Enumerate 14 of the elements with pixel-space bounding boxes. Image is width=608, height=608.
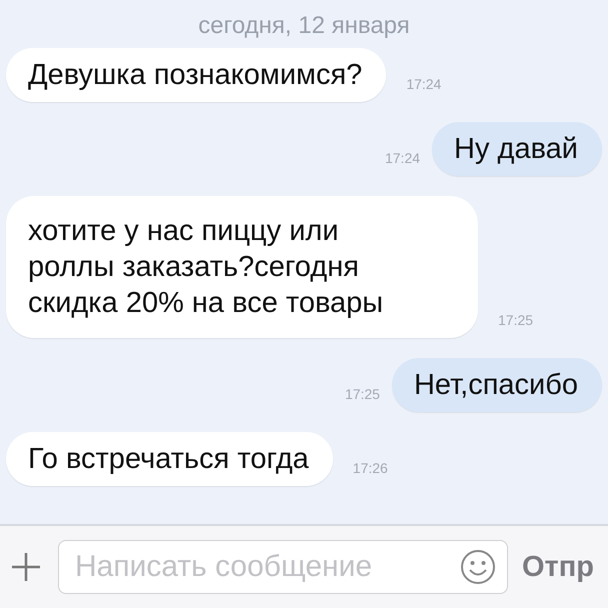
message-time: 17:25 xyxy=(498,312,534,330)
message-bubble: Девушка познакомимся? xyxy=(6,48,386,102)
message-time: 17:24 xyxy=(406,76,442,94)
message-input-field[interactable]: Написать сообщение xyxy=(58,540,508,594)
message-bubble: Нет,спасибо xyxy=(392,358,602,412)
message-bubble: хотите у нас пиццу или роллы заказать?сегодня скидка 20% на все товары xyxy=(6,196,478,338)
smiley-icon[interactable] xyxy=(460,549,496,585)
message-time: 17:26 xyxy=(352,460,388,478)
message-time: 17:25 xyxy=(344,386,380,404)
message-time: 17:24 xyxy=(384,150,420,168)
date-separator: сегодня, 12 января xyxy=(198,12,410,40)
send-button[interactable]: Отпр xyxy=(522,550,594,584)
message-bubble: Го встречаться тогда xyxy=(6,432,333,486)
message-bubble: Ну давай xyxy=(432,122,602,176)
